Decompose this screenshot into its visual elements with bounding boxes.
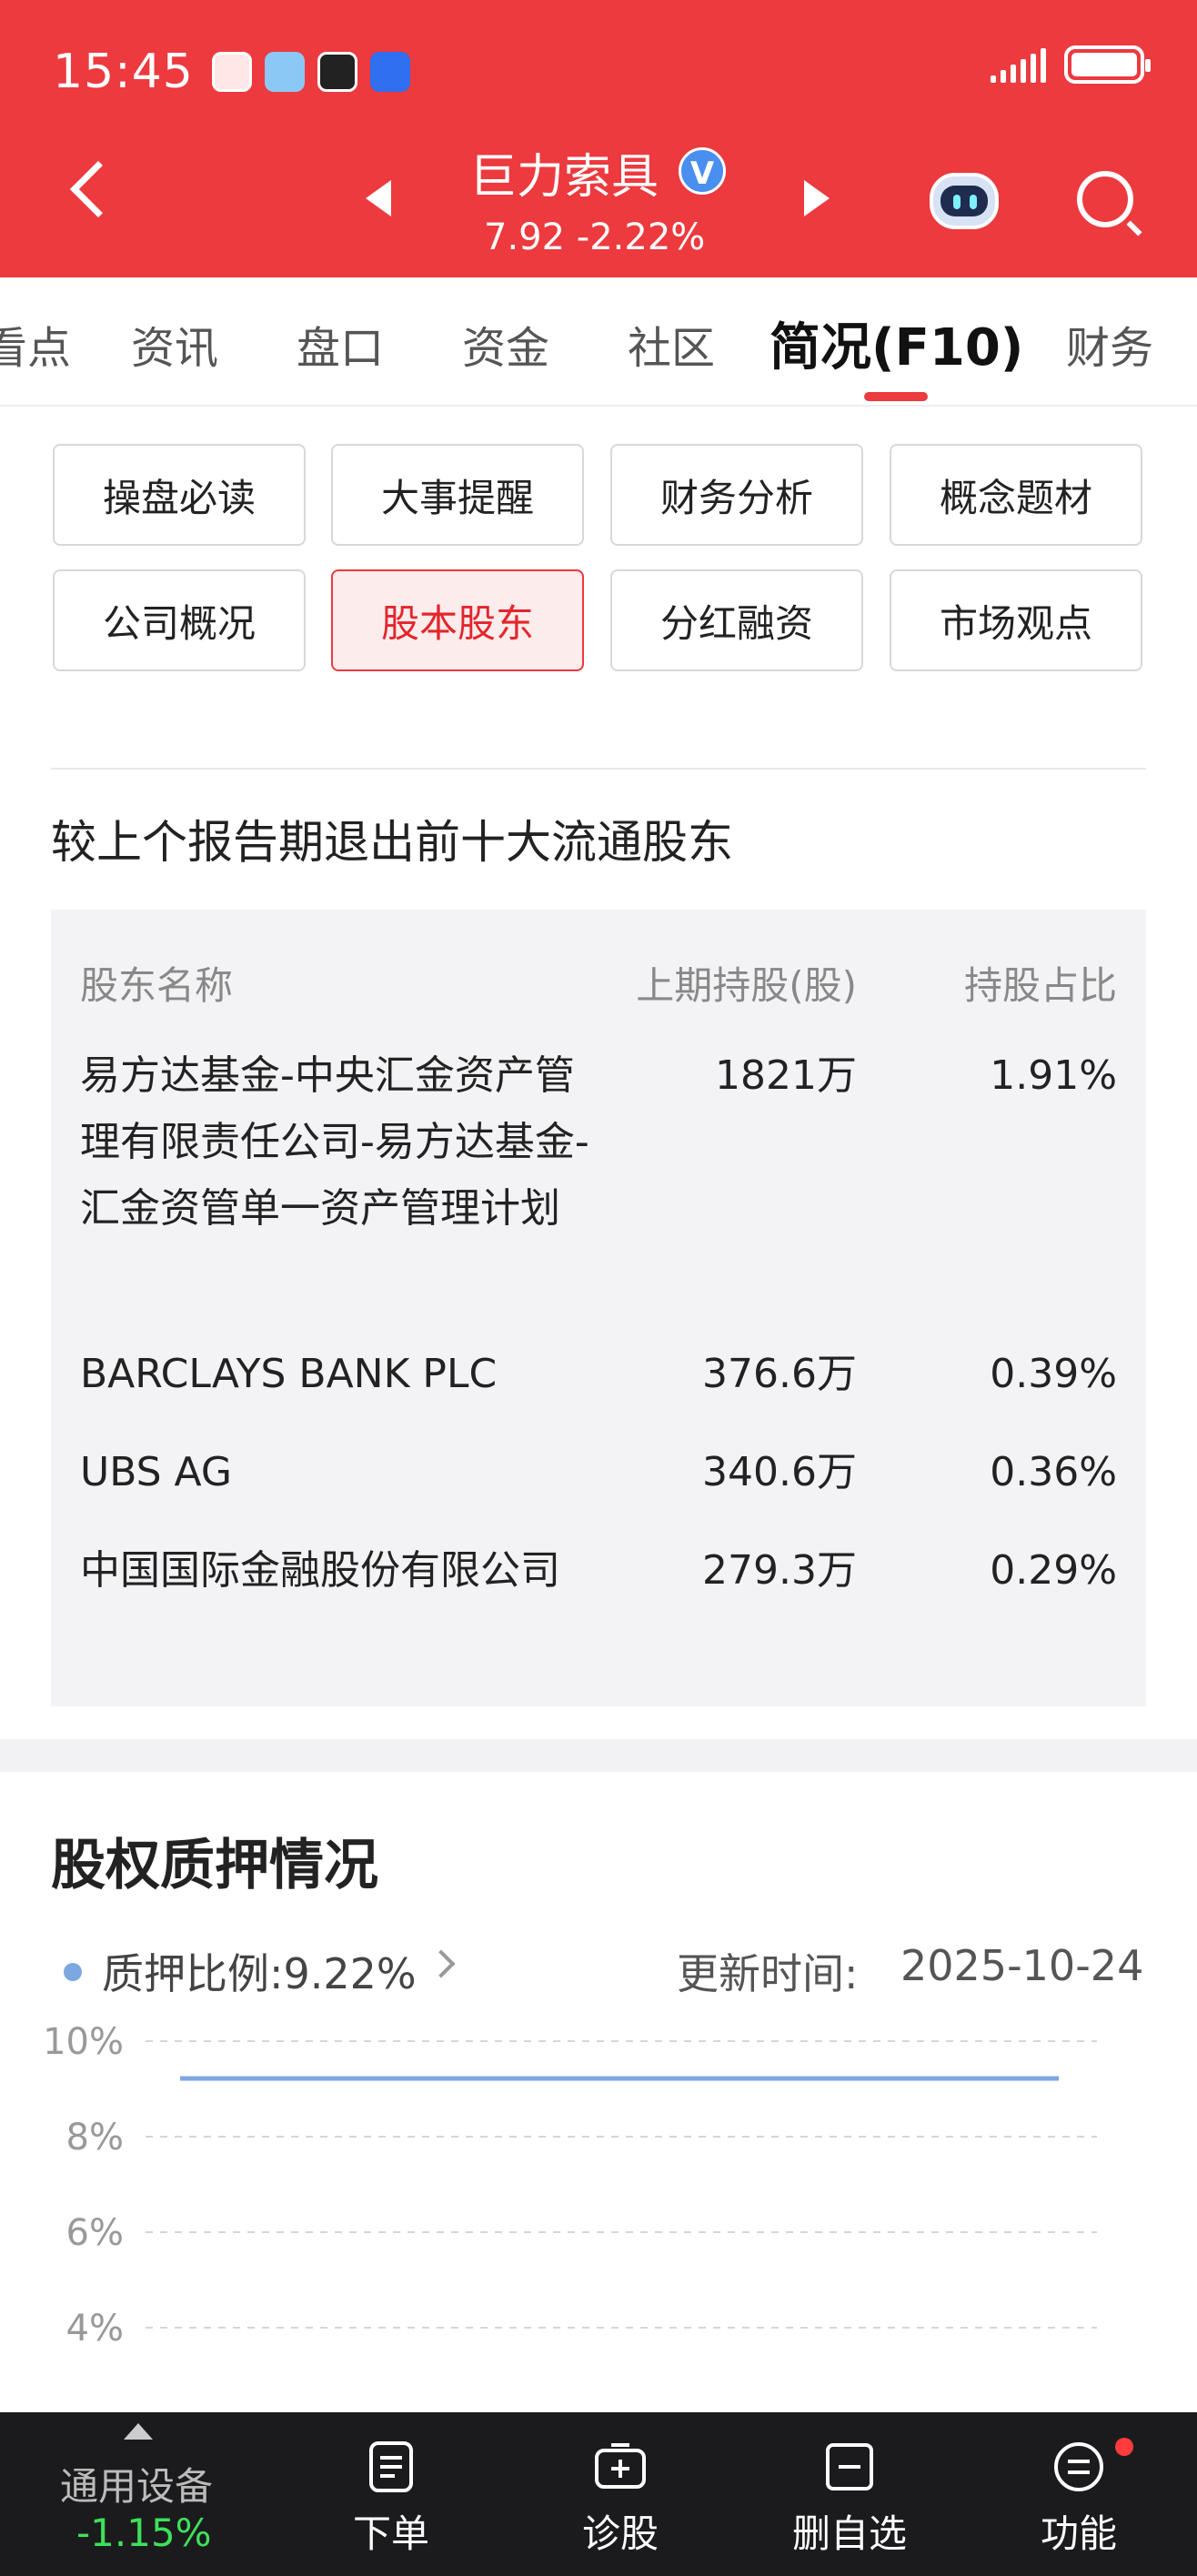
- tab-news[interactable]: 资讯: [131, 312, 218, 376]
- notification-badge: [1115, 2438, 1133, 2456]
- pledge-ratio-legend[interactable]: 质押比例:9.22%: [102, 1941, 417, 2001]
- pledge-ratio-chart: 10% 8% 6% 4%: [43, 2021, 1097, 2350]
- sub-button-concepts[interactable]: 概念题材: [890, 444, 1142, 546]
- tab-bar: 看点 资讯 盘口 资金 社区 简况(F10) 财务: [0, 277, 1197, 407]
- chevron-right-icon[interactable]: [427, 1949, 456, 1978]
- sub-button-company-profile[interactable]: 公司概况: [53, 569, 306, 671]
- functions-button[interactable]: 功能: [988, 2412, 1170, 2576]
- tab-f10-profile[interactable]: 简况(F10): [770, 307, 1023, 380]
- sub-button-market-views[interactable]: 市场观点: [890, 569, 1142, 671]
- status-right: [991, 45, 1151, 84]
- order-label: 下单: [352, 2511, 429, 2556]
- tab-community[interactable]: 社区: [628, 312, 715, 376]
- row-4-shares: 279.3万: [702, 1547, 857, 1594]
- notification-icons: [211, 52, 410, 92]
- y-tick-label: 4%: [66, 2308, 124, 2350]
- row-3-ratio: 0.36%: [990, 1449, 1117, 1495]
- row-2-name: BARCLAYS BANK PLC: [80, 1351, 498, 1397]
- feather-notification-icon: [317, 52, 357, 92]
- bottom-bar: 通用设备 -1.15% 下单 诊股 删自选 功能: [0, 2412, 1197, 2576]
- header-shareholder-name: 股东名称: [80, 963, 234, 1008]
- update-time-value: 2025-10-24: [900, 1941, 1144, 1990]
- status-bar: 15:45: [53, 40, 410, 104]
- search-icon[interactable]: [1077, 171, 1133, 227]
- update-time-label: 更新时间:: [677, 1949, 859, 1998]
- remove-watchlist-button[interactable]: 删自选: [759, 2412, 940, 2576]
- header-previous-shares: 上期持股(股): [636, 963, 857, 1008]
- stock-name: 巨力索具: [469, 150, 659, 205]
- functions-label: 功能: [1040, 2511, 1117, 2556]
- bottom-stock-change: -1.15%: [76, 2511, 212, 2555]
- expand-up-icon[interactable]: [124, 2423, 153, 2440]
- remove-icon: [826, 2443, 873, 2490]
- row-3-name: UBS AG: [80, 1449, 232, 1495]
- stock-price: 7.92 -2.22%: [484, 216, 706, 258]
- tab-capital[interactable]: 资金: [462, 312, 549, 376]
- section-divider: [51, 768, 1146, 770]
- row-1-shares: 1821万: [715, 1052, 857, 1099]
- tab-finance[interactable]: 财务: [1066, 312, 1153, 376]
- legend-dot-icon: [64, 1963, 82, 1981]
- row-4-ratio: 0.29%: [990, 1547, 1117, 1594]
- next-stock-icon[interactable]: [804, 180, 830, 216]
- row-2-ratio: 0.39%: [990, 1351, 1117, 1397]
- header-holding-ratio: 持股占比: [963, 963, 1117, 1008]
- pledge-title: 股权质押情况: [51, 1834, 378, 1897]
- order-icon: [369, 2441, 413, 2492]
- sub-button-dividends[interactable]: 分红融资: [610, 569, 863, 671]
- y-tick-label: 6%: [66, 2212, 124, 2254]
- row-1-name: 易方达基金-中央汇金资产管理有限责任公司-易方达基金-汇金资管单一资产管理计划: [80, 1052, 589, 1232]
- battery-icon: [1064, 45, 1151, 84]
- tab-highlights[interactable]: 看点: [0, 312, 71, 376]
- shield-notification-icon: [369, 52, 410, 92]
- y-tick-label: 8%: [66, 2117, 124, 2158]
- row-1-ratio: 1.91%: [990, 1052, 1117, 1099]
- y-tick-label: 10%: [43, 2021, 124, 2063]
- diagnose-icon: [595, 2443, 646, 2489]
- app-header: 15:45 巨力索具 V 7.92 -2.22%: [0, 0, 1197, 277]
- sub-button-must-read[interactable]: 操盘必读: [53, 444, 306, 546]
- diagnose-label: 诊股: [581, 2511, 659, 2556]
- shareholder-table: 股东名称 上期持股(股) 持股占比 易方达基金-中央汇金资产管理有限责任公司-易…: [51, 910, 1146, 1706]
- status-time: 15:45: [53, 45, 194, 99]
- chart-notification-icon: [264, 52, 305, 92]
- section-title: 较上个报告期退出前十大流通股东: [51, 816, 733, 869]
- active-tab-indicator: [864, 392, 928, 401]
- remove-watchlist-label: 删自选: [791, 2511, 907, 2556]
- robot-assistant-icon[interactable]: [924, 167, 1004, 233]
- back-icon[interactable]: [69, 160, 127, 218]
- row-3-shares: 340.6万: [702, 1449, 857, 1495]
- tab-orderbook[interactable]: 盘口: [297, 312, 384, 376]
- section-separator: [0, 1739, 1197, 1772]
- row-4-name: 中国国际金融股份有限公司: [80, 1547, 560, 1594]
- sub-button-shareholders[interactable]: 股本股东: [331, 569, 584, 671]
- row-2-shares: 376.6万: [702, 1351, 857, 1397]
- signal-icon: [991, 46, 1046, 83]
- previous-stock-icon[interactable]: [366, 180, 391, 216]
- sub-button-events[interactable]: 大事提醒: [331, 444, 584, 546]
- bottom-stock-name[interactable]: 通用设备: [60, 2456, 213, 2511]
- sub-button-financial-analysis[interactable]: 财务分析: [610, 444, 863, 546]
- diagnose-button[interactable]: 诊股: [529, 2412, 711, 2576]
- order-button[interactable]: 下单: [300, 2412, 482, 2576]
- app-notification-icon: [211, 52, 252, 92]
- functions-icon: [1054, 2442, 1103, 2491]
- verified-icon: V: [679, 147, 726, 195]
